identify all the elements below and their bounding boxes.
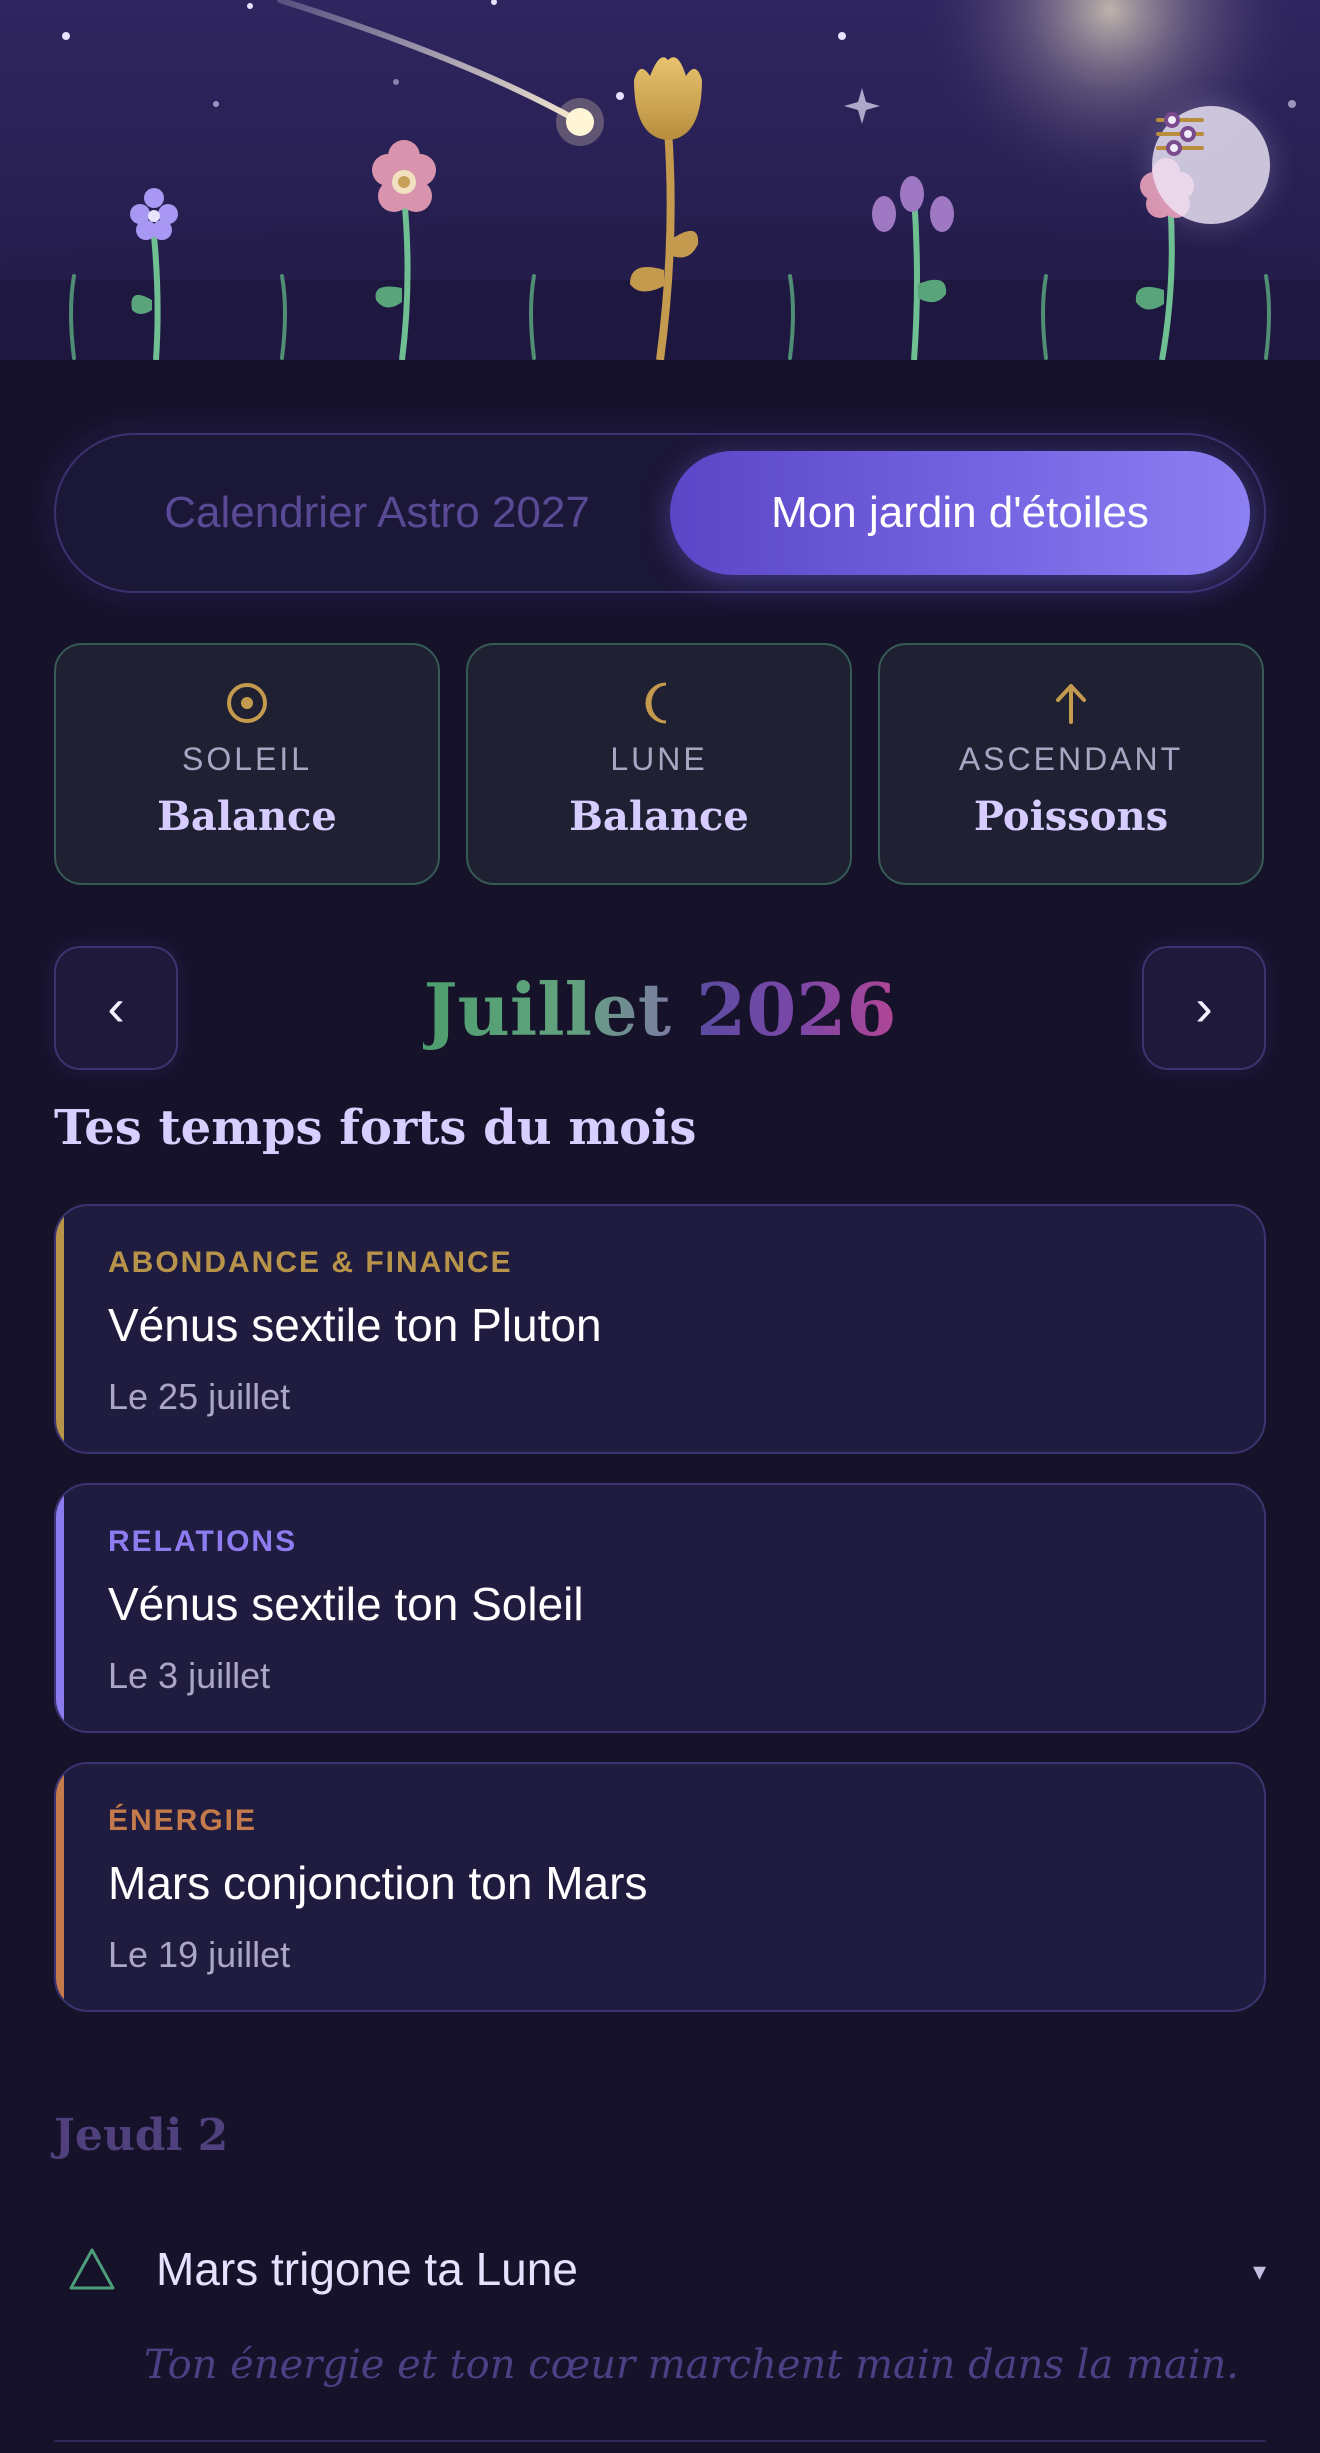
tab-calendrier-astro[interactable]: Calendrier Astro 2027 <box>72 451 682 575</box>
view-toggle: Calendrier Astro 2027 Mon jardin d'étoil… <box>54 433 1266 593</box>
aspect-title: Mars trigone ta Lune <box>156 2243 578 2295</box>
ascendant-sign-card: ASCENDANT Poissons <box>878 643 1264 885</box>
highlight-card[interactable]: RELATIONS Vénus sextile ton Soleil Le 3 … <box>54 1483 1266 1733</box>
highlight-title: Mars conjonction ton Mars <box>108 1857 648 1909</box>
highlight-card[interactable]: ÉNERGIE Mars conjonction ton Mars Le 19 … <box>54 1762 1266 2012</box>
moon-sign-card: LUNE Balance <box>466 643 852 885</box>
next-month-button[interactable]: › <box>1142 946 1266 1070</box>
garden-illustration <box>0 0 1320 360</box>
sliders-icon <box>1156 112 1204 156</box>
moon-icon <box>468 675 850 731</box>
category-accent-bar <box>56 1206 64 1452</box>
highlight-category: ABONDANCE & FINANCE <box>108 1246 513 1279</box>
divider <box>54 2440 1266 2442</box>
highlight-date: Le 25 juillet <box>108 1376 291 1417</box>
arrow-up-icon <box>880 675 1262 731</box>
highlight-category: RELATIONS <box>108 1525 298 1558</box>
sign-label: ASCENDANT <box>958 741 1184 777</box>
sign-value: Poissons <box>973 793 1169 840</box>
highlight-card[interactable]: ABONDANCE & FINANCE Vénus sextile ton Pl… <box>54 1204 1266 1454</box>
sun-icon <box>56 675 438 731</box>
settings-button[interactable] <box>1152 106 1270 224</box>
highlight-title: Vénus sextile ton Soleil <box>108 1578 584 1630</box>
month-title: Juillet 2026 <box>200 960 1120 1060</box>
sign-label: SOLEIL <box>181 741 313 777</box>
category-accent-bar <box>56 1485 64 1731</box>
aspect-row[interactable]: Mars trigone ta Lune ▾ <box>54 2226 1266 2326</box>
sign-value: Balance <box>157 793 337 840</box>
highlight-category: ÉNERGIE <box>108 1804 258 1837</box>
highlight-date: Le 19 juillet <box>108 1934 291 1975</box>
day-heading: Jeudi 2 <box>54 2110 229 2161</box>
category-accent-bar <box>56 1764 64 2010</box>
aspect-description: Ton énergie et ton cœur marchent main da… <box>144 2342 1239 2388</box>
sun-sign-card: SOLEIL Balance <box>54 643 440 885</box>
garden-header <box>0 0 1320 360</box>
shooting-star-trail <box>277 0 583 125</box>
sign-value: Balance <box>569 793 749 840</box>
chevron-down-icon[interactable]: ▾ <box>1253 2256 1266 2287</box>
sign-label: LUNE <box>610 741 708 777</box>
highlights-title: Tes temps forts du mois <box>54 1100 697 1156</box>
trine-triangle-icon <box>69 2248 115 2290</box>
prev-month-button[interactable]: ‹ <box>54 946 178 1070</box>
tab-jardin-etoiles[interactable]: Mon jardin d'étoiles <box>670 451 1250 575</box>
month-year: 2026 <box>696 967 897 1052</box>
sparkle <box>844 88 880 124</box>
highlight-date: Le 3 juillet <box>108 1655 271 1696</box>
highlight-title: Vénus sextile ton Pluton <box>108 1299 602 1351</box>
month-name: Juillet <box>423 967 672 1052</box>
